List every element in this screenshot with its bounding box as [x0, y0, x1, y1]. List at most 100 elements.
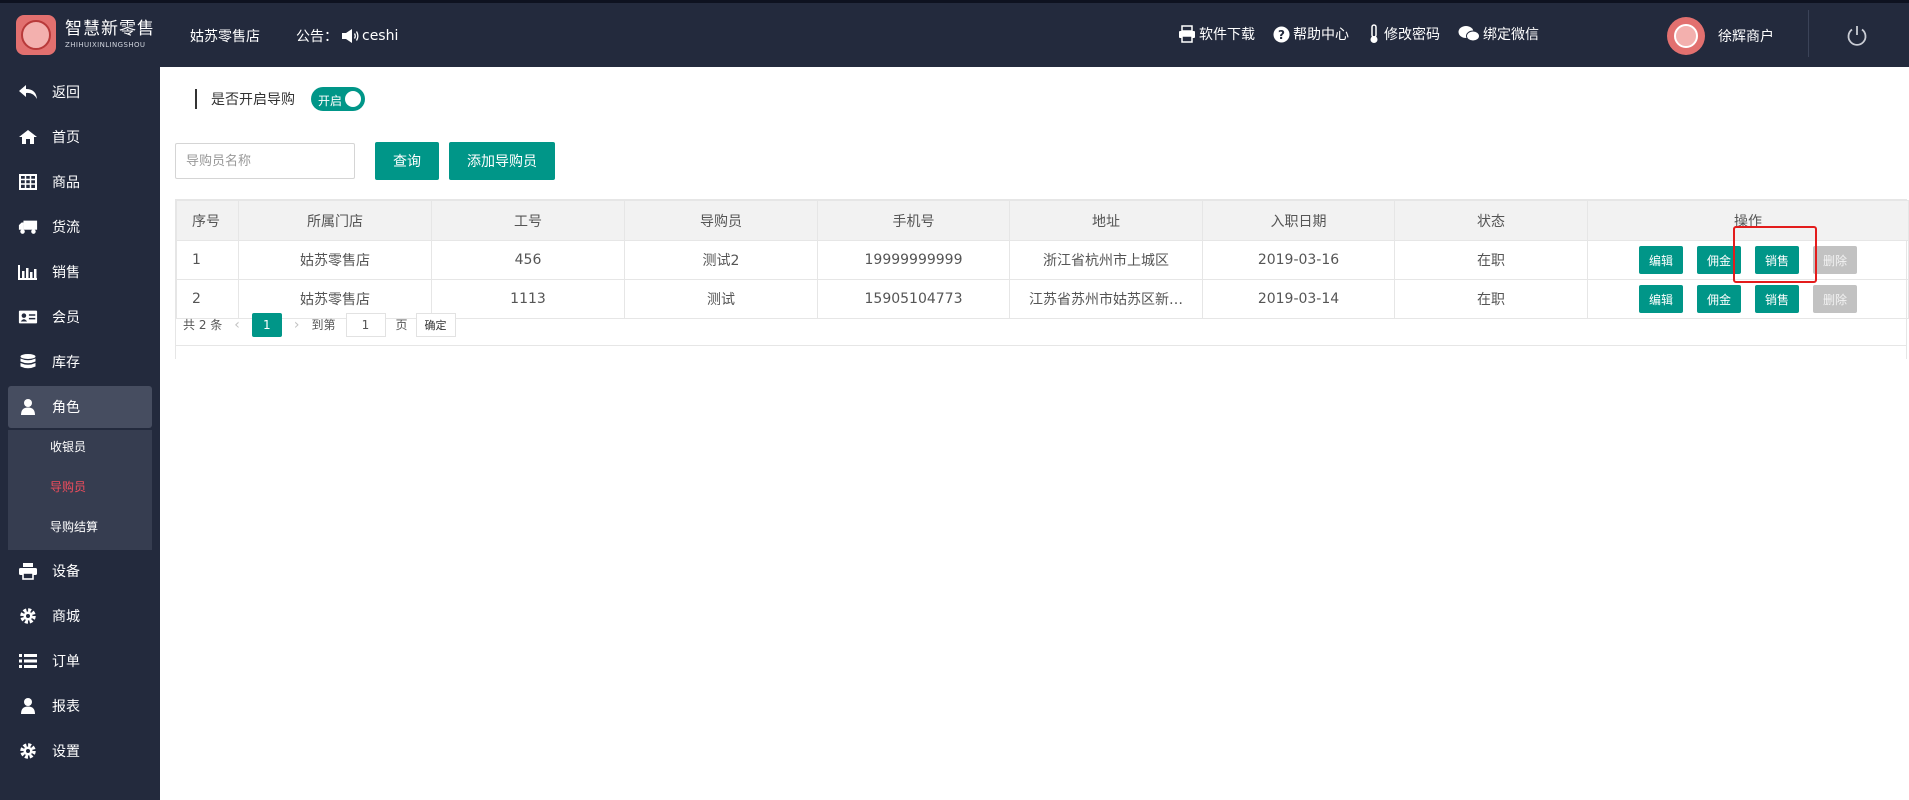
software-download-label: 软件下载 [1199, 27, 1255, 43]
top-border [0, 0, 1909, 3]
submenu-cashier[interactable]: 收银员 [50, 438, 86, 455]
help-center-label: 帮助中心 [1293, 27, 1349, 43]
bind-wechat-label: 绑定微信 [1483, 27, 1539, 43]
cell-hire-date: 2019-03-16 [1202, 240, 1395, 280]
query-button[interactable]: 查询 [375, 142, 439, 180]
toggle-text: 开启 [318, 94, 343, 108]
sidebar-item-devices[interactable]: 设备 [8, 550, 152, 592]
goto-label: 到第 [311, 318, 336, 332]
user-icon [18, 696, 38, 716]
change-password-label: 修改密码 [1384, 27, 1440, 43]
svg-text:?: ? [1278, 28, 1285, 42]
help-center-link[interactable]: ? 帮助中心 [1273, 24, 1349, 44]
sidebar-item-back[interactable]: 返回 [8, 71, 152, 113]
current-page[interactable]: 1 [251, 312, 282, 337]
sidebar-item-label: 报表 [52, 699, 80, 715]
sidebar-item-reports[interactable]: 报表 [8, 685, 152, 727]
sales-button[interactable]: 销售 [1755, 246, 1799, 274]
id-card-icon [18, 307, 38, 327]
delete-button[interactable]: 删除 [1813, 246, 1857, 274]
sidebar-item-settings[interactable]: 设置 [8, 730, 152, 772]
sidebar-item-label: 首页 [52, 130, 80, 146]
column-header: 导购员 [624, 200, 818, 241]
sidebar-item-orders[interactable]: 订单 [8, 640, 152, 682]
software-download-link[interactable]: 软件下载 [1178, 24, 1255, 44]
cell-status: 在职 [1394, 240, 1588, 280]
sidebar-item-sales[interactable]: 销售 [8, 251, 152, 293]
edit-button[interactable]: 编辑 [1639, 246, 1683, 274]
cell-employee-no: 456 [431, 240, 625, 280]
store-name: 姑苏零售店 [190, 29, 260, 45]
column-header: 序号 [176, 200, 239, 241]
column-header: 地址 [1009, 200, 1203, 241]
thermometer-icon [1370, 24, 1378, 43]
printer-icon [18, 561, 38, 581]
power-icon[interactable] [1845, 24, 1869, 48]
sidebar-item-roles[interactable]: 角色 [8, 386, 152, 428]
goto-page-input[interactable] [345, 312, 386, 337]
brand-logo[interactable]: 智慧新零售 ZHIHUIXINLINGSHOU [16, 15, 155, 55]
home-icon [18, 127, 38, 147]
pagination: 共 2 条 ‹ 1 › 到第 页 确定 [175, 304, 1907, 346]
search-bar: 查询 添加导购员 [175, 142, 555, 180]
cell-address: 浙江省杭州市上城区 [1009, 240, 1203, 280]
database-icon [18, 352, 38, 372]
user-icon [18, 397, 38, 417]
sidebar-item-label: 角色 [52, 400, 80, 416]
guide-name-input[interactable] [175, 143, 355, 179]
sidebar-item-logistics[interactable]: 货流 [8, 206, 152, 248]
sidebar-item-label: 设备 [52, 564, 80, 580]
add-guide-button[interactable]: 添加导购员 [449, 142, 555, 180]
column-header: 工号 [431, 200, 625, 241]
list-icon [18, 651, 38, 671]
commission-button[interactable]: 佣金 [1697, 246, 1741, 274]
section-marker [195, 89, 197, 109]
sidebar-item-inventory[interactable]: 库存 [8, 341, 152, 383]
column-header: 入职日期 [1202, 200, 1395, 241]
column-header: 手机号 [817, 200, 1010, 241]
top-header: 智慧新零售 ZHIHUIXINLINGSHOU 姑苏零售店 公告： ceshi … [0, 0, 1909, 67]
sidebar-item-label: 返回 [52, 85, 80, 101]
speaker-icon [342, 29, 359, 43]
sidebar-item-label: 设置 [52, 744, 80, 760]
sidebar-item-label: 销售 [52, 265, 80, 281]
printer-icon [1179, 25, 1195, 43]
sidebar-item-members[interactable]: 会员 [8, 296, 152, 338]
submenu-guide-settlement[interactable]: 导购结算 [50, 518, 98, 535]
cell-actions: 编辑 佣金 销售 删除 [1587, 240, 1909, 280]
back-icon [18, 82, 38, 102]
user-name: 徐辉商户 [1718, 29, 1774, 45]
sidebar-item-label: 货流 [52, 220, 80, 236]
confirm-button[interactable]: 确定 [415, 312, 456, 337]
total-count: 共 2 条 [183, 318, 223, 332]
brand-name: 智慧新零售 [65, 19, 155, 39]
table-icon [18, 172, 38, 192]
change-password-link[interactable]: 修改密码 [1367, 24, 1440, 44]
guide-toggle-row: 是否开启导购 开启 [195, 87, 365, 111]
sidebar-item-label: 会员 [52, 310, 80, 326]
submenu-shopping-guide[interactable]: 导购员 [50, 478, 86, 495]
truck-icon [18, 217, 38, 237]
sidebar-item-goods[interactable]: 商品 [8, 161, 152, 203]
guide-toggle-switch[interactable]: 开启 [311, 87, 365, 111]
notice: 公告： ceshi [296, 26, 398, 46]
cell-store: 姑苏零售店 [238, 240, 432, 280]
prev-page-icon[interactable]: ‹ [234, 317, 240, 333]
next-page-icon[interactable]: › [294, 317, 300, 333]
sidebar-item-mall[interactable]: 商城 [8, 595, 152, 637]
bind-wechat-link[interactable]: 绑定微信 [1458, 24, 1539, 44]
cell-guide-name: 测试2 [624, 240, 818, 280]
sidebar-item-label: 订单 [52, 654, 80, 670]
sidebar-item-label: 商城 [52, 609, 80, 625]
user-menu[interactable]: 徐辉商户 [1667, 17, 1774, 55]
toggle-knob [345, 91, 361, 107]
guide-toggle-label: 是否开启导购 [211, 92, 295, 108]
help-icon: ? [1273, 26, 1290, 42]
table-header-row: 序号 所属门店 工号 导购员 手机号 地址 入职日期 状态 操作 [176, 200, 1909, 241]
table-row: 1 姑苏零售店 456 测试2 19999999999 浙江省杭州市上城区 20… [176, 240, 1909, 280]
sidebar-item-home[interactable]: 首页 [8, 116, 152, 158]
column-header: 状态 [1394, 200, 1588, 241]
notice-text: ceshi [362, 28, 399, 44]
logo-icon [16, 15, 56, 55]
sidebar: 返回 首页 商品 货流 销售 会员 库存 角色 收银员 导购员 导购结算 设备 … [0, 67, 160, 800]
